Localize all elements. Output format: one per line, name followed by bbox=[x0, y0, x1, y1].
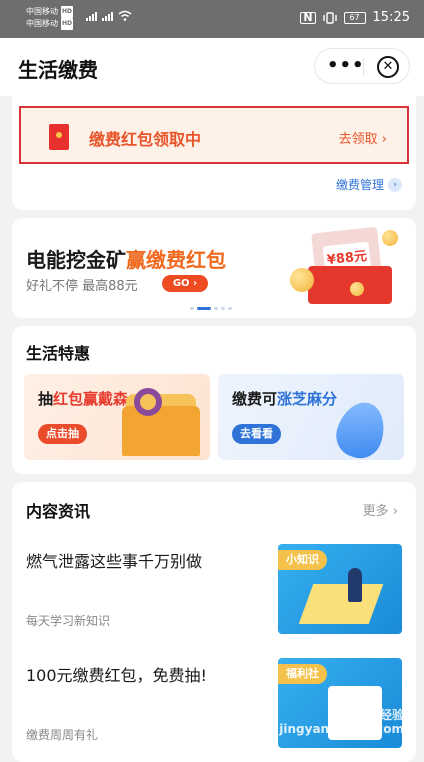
deal-title-prefix: 缴费可 bbox=[232, 390, 278, 408]
payment-management-link[interactable]: 缴费管理 › bbox=[336, 176, 402, 193]
mini-program-capsule: ••• ✕ bbox=[314, 48, 410, 84]
news-item-subtitle: 缴费周周有礼 bbox=[26, 728, 99, 742]
sesame-drop-icon bbox=[330, 396, 392, 460]
deal-card-sesame[interactable]: 缴费可涨芝麻分 去看看 bbox=[218, 374, 404, 460]
redpacket-text: 缴费红包领取中 bbox=[89, 130, 202, 149]
battery-icon: 67 bbox=[343, 11, 366, 24]
thumbnail-tag: 福利社 bbox=[278, 664, 327, 684]
redpacket-card: 缴费红包领取中 去领取 › 缴费管理 › bbox=[12, 96, 416, 210]
hair-dryer-icon bbox=[134, 388, 162, 416]
thumbnail-tag: 小知识 bbox=[278, 550, 327, 570]
deal-title-highlight: 红包赢戴森 bbox=[53, 390, 129, 408]
deal-title: 抽红包赢戴森 bbox=[38, 388, 128, 409]
coin-icon bbox=[290, 268, 314, 292]
capsule-divider bbox=[363, 58, 364, 76]
carousel-indicator bbox=[190, 307, 232, 310]
red-envelope-illustration: ¥88元 bbox=[288, 224, 408, 308]
life-deals-section: 生活特惠 抽红包赢戴森 点击抽 缴费可涨芝麻分 去看看 bbox=[12, 326, 416, 474]
signal-icon bbox=[86, 12, 97, 21]
news-item-subtitle: 每天学习新知识 bbox=[26, 614, 111, 628]
draw-button[interactable]: 点击抽 bbox=[38, 424, 87, 444]
deal-card-dyson[interactable]: 抽红包赢戴森 点击抽 bbox=[24, 374, 210, 460]
promo-title-main: 电能挖金矿 bbox=[26, 248, 126, 272]
section-title: 生活特惠 bbox=[26, 344, 91, 363]
more-link[interactable]: 更多 › bbox=[363, 500, 398, 519]
go-button[interactable]: GO › bbox=[162, 275, 208, 292]
news-item-title[interactable]: 燃气泄露这些事千万别做 bbox=[26, 548, 202, 572]
carousel-dot bbox=[190, 307, 194, 310]
deal-title: 缴费可涨芝麻分 bbox=[232, 388, 337, 409]
redpacket-banner[interactable]: 缴费红包领取中 去领取 › bbox=[19, 106, 409, 164]
carrier-1: 中国移动 bbox=[26, 7, 58, 16]
more-options-button[interactable]: ••• bbox=[327, 55, 365, 76]
promo-banner[interactable]: 电能挖金矿赢缴费红包 好礼不停 最高88元 GO › ¥88元 bbox=[12, 218, 416, 318]
promo-title: 电能挖金矿赢缴费红包 bbox=[26, 244, 226, 273]
carousel-dot bbox=[228, 307, 232, 310]
nfc-icon: N bbox=[300, 11, 316, 24]
payment-management-label: 缴费管理 bbox=[335, 178, 384, 192]
carousel-dot-active bbox=[197, 307, 211, 310]
carrier-info: 中国移动 HD 中国移动 HD bbox=[26, 6, 74, 30]
promo-subtitle: 好礼不停 最高88元 bbox=[26, 279, 138, 294]
news-item-title[interactable]: 100元缴费红包，免费抽! bbox=[26, 662, 207, 686]
red-envelope-icon bbox=[49, 124, 69, 150]
app-header: 生活缴费 ••• ✕ bbox=[0, 38, 424, 96]
carousel-dot bbox=[221, 307, 225, 310]
person-illustration bbox=[348, 568, 362, 602]
promo-title-highlight: 赢缴费红包 bbox=[126, 248, 226, 272]
clock: 15:25 bbox=[372, 10, 410, 25]
watermark: Baidu经验 jingyan.baidu.com bbox=[279, 708, 404, 736]
page-title: 生活缴费 bbox=[18, 58, 98, 82]
news-thumbnail[interactable]: 小知识 bbox=[278, 544, 402, 634]
hd-badge: HD bbox=[61, 6, 74, 18]
hd-badge: HD bbox=[61, 18, 74, 30]
paper-illustration bbox=[298, 584, 384, 624]
signal-icons bbox=[86, 10, 132, 21]
view-button[interactable]: 去看看 bbox=[232, 424, 281, 444]
deal-title-prefix: 抽 bbox=[38, 390, 54, 408]
coin-icon bbox=[382, 230, 398, 246]
chest-icon bbox=[122, 406, 200, 456]
coin-icon bbox=[350, 282, 364, 296]
wifi-icon bbox=[118, 10, 132, 21]
status-bar: 中国移动 HD 中国移动 HD N 67 15:25 bbox=[0, 0, 424, 38]
close-button[interactable]: ✕ bbox=[377, 56, 399, 78]
section-title: 内容资讯 bbox=[26, 502, 91, 521]
carousel-dot bbox=[214, 307, 218, 310]
deal-title-highlight: 涨芝麻分 bbox=[277, 390, 338, 408]
claim-link[interactable]: 去领取 › bbox=[339, 128, 387, 147]
vibrate-icon bbox=[322, 11, 337, 24]
chevron-right-icon: › bbox=[388, 177, 402, 192]
carrier-2: 中国移动 bbox=[26, 19, 58, 28]
signal-icon bbox=[102, 12, 113, 21]
